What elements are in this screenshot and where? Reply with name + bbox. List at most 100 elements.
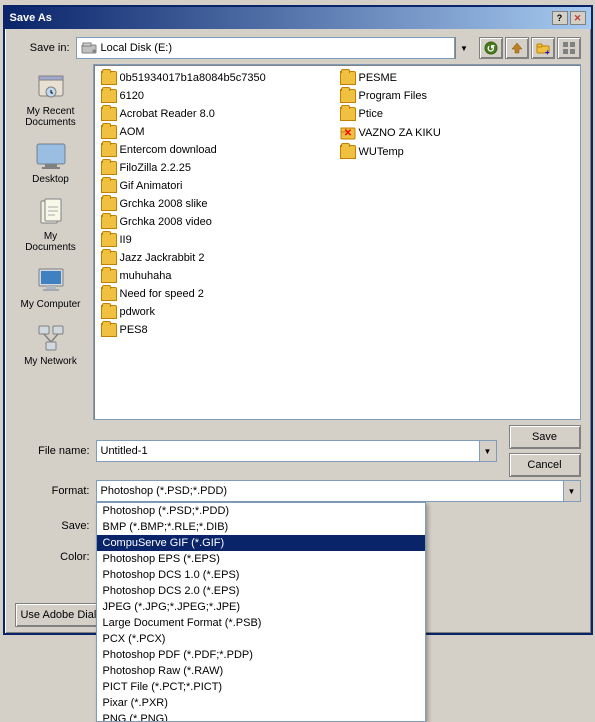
documents-icon	[35, 197, 67, 229]
folder-icon	[101, 251, 117, 265]
sidebar: My Recent Documents Desktop My Documents	[15, 64, 87, 420]
format-row: Format: Photoshop (*.PSD;*.PDD) ▼ Photos…	[15, 480, 581, 502]
new-folder-button[interactable]: +	[531, 37, 555, 59]
cancel-button[interactable]: Cancel	[509, 453, 581, 477]
dropdown-item[interactable]: Photoshop PDF (*.PDF;*.PDP)	[97, 647, 425, 663]
list-item[interactable]: Entercom download	[98, 141, 337, 159]
file-grid: 0b51934017b1a8084b5c7350 6120 Acrobat Re…	[98, 69, 576, 339]
help-button[interactable]: ?	[552, 11, 568, 25]
dropdown-item[interactable]: PICT File (*.PCT;*.PICT)	[97, 679, 425, 695]
file-col-1: 0b51934017b1a8084b5c7350 6120 Acrobat Re…	[98, 69, 337, 339]
title-bar-buttons: ? ✕	[552, 11, 586, 25]
save-in-combo[interactable]: Local Disk (E:)	[76, 37, 455, 59]
error-icon: ✕	[340, 125, 356, 141]
save-in-row: Save in: Local Disk (E:) ▼ ↺ +	[15, 37, 581, 59]
filename-arrow[interactable]: ▼	[479, 440, 497, 462]
dropdown-item[interactable]: Photoshop EPS (*.EPS)	[97, 551, 425, 567]
sidebar-label-desktop: Desktop	[32, 174, 69, 185]
recent-icon	[35, 72, 67, 104]
svg-text:+: +	[545, 48, 550, 55]
folder-icon	[101, 71, 117, 85]
desktop-icon	[35, 140, 67, 172]
list-item[interactable]: Jazz Jackrabbit 2	[98, 249, 337, 267]
folder-icon	[340, 89, 356, 103]
folder-icon	[340, 107, 356, 121]
svg-text:↺: ↺	[486, 44, 494, 55]
folder-icon	[101, 233, 117, 247]
main-area: My Recent Documents Desktop My Documents	[15, 64, 581, 420]
dropdown-item[interactable]: Large Document Format (*.PSB)	[97, 615, 425, 631]
sidebar-item-documents[interactable]: My Documents	[17, 193, 85, 257]
dialog-content: Save in: Local Disk (E:) ▼ ↺ +	[5, 29, 591, 633]
list-item[interactable]: muhuhaha	[98, 267, 337, 285]
list-item[interactable]: Acrobat Reader 8.0	[98, 105, 337, 123]
folder-icon	[101, 107, 117, 121]
list-item[interactable]: PES8	[98, 321, 337, 339]
folder-icon	[340, 71, 356, 85]
list-item[interactable]: AOM	[98, 123, 337, 141]
computer-icon	[35, 265, 67, 297]
save-button[interactable]: Save	[509, 425, 581, 449]
format-input[interactable]: Photoshop (*.PSD;*.PDD)	[96, 480, 563, 502]
dialog-title: Save As	[10, 12, 52, 24]
sidebar-item-recent[interactable]: My Recent Documents	[17, 68, 85, 132]
sidebar-item-computer[interactable]: My Computer	[17, 261, 85, 314]
close-button[interactable]: ✕	[570, 11, 586, 25]
up-button[interactable]	[505, 37, 529, 59]
list-item[interactable]: Gif Animatori	[98, 177, 337, 195]
folder-icon	[101, 179, 117, 193]
dropdown-item[interactable]: BMP (*.BMP;*.RLE;*.DIB)	[97, 519, 425, 535]
dropdown-item[interactable]: Photoshop DCS 1.0 (*.EPS)	[97, 567, 425, 583]
dropdown-item-selected[interactable]: CompuServe GIF (*.GIF)	[97, 535, 425, 551]
list-item[interactable]: ✕ VAZNO ZA KIKU	[337, 123, 576, 143]
list-item[interactable]: FiloZilla 2.2.25	[98, 159, 337, 177]
format-dropdown[interactable]: Photoshop (*.PSD;*.PDD) BMP (*.BMP;*.RLE…	[96, 502, 426, 722]
folder-icon	[101, 323, 117, 337]
sidebar-label-computer: My Computer	[20, 299, 80, 310]
list-item[interactable]: II9	[98, 231, 337, 249]
list-item[interactable]: Ptice	[337, 105, 576, 123]
dropdown-item[interactable]: Photoshop Raw (*.RAW)	[97, 663, 425, 679]
back-button[interactable]: ↺	[479, 37, 503, 59]
filename-input[interactable]: Untitled-1	[96, 440, 479, 462]
dropdown-item[interactable]: Photoshop DCS 2.0 (*.EPS)	[97, 583, 425, 599]
list-item[interactable]: Program Files	[337, 87, 576, 105]
save-as-dialog: Save As ? ✕ Save in: Local Disk (E:) ▼ ↺	[3, 5, 593, 635]
folder-icon	[101, 161, 117, 175]
views-button[interactable]	[557, 37, 581, 59]
save-in-arrow[interactable]: ▼	[455, 37, 473, 59]
list-item[interactable]: Grchka 2008 slike	[98, 195, 337, 213]
list-item[interactable]: WUTemp	[337, 143, 576, 161]
title-bar: Save As ? ✕	[5, 7, 591, 29]
format-label: Format:	[15, 485, 90, 497]
dropdown-item[interactable]: Photoshop (*.PSD;*.PDD)	[97, 503, 425, 519]
list-item[interactable]: Need for speed 2	[98, 285, 337, 303]
list-item[interactable]: 0b51934017b1a8084b5c7350	[98, 69, 337, 87]
list-item[interactable]: PESME	[337, 69, 576, 87]
dropdown-item[interactable]: Pixar (*.PXR)	[97, 695, 425, 711]
svg-text:✕: ✕	[343, 128, 351, 139]
save-in-label: Save in:	[15, 42, 70, 54]
save-checkboxes-label: Save:	[15, 520, 90, 532]
format-arrow[interactable]: ▼	[563, 480, 581, 502]
file-col-2: PESME Program Files Ptice ✕ VAZNO ZA KIK…	[337, 69, 576, 339]
folder-icon	[101, 269, 117, 283]
dropdown-item[interactable]: PNG (*.PNG)	[97, 711, 425, 722]
dropdown-item[interactable]: PCX (*.PCX)	[97, 631, 425, 647]
list-item[interactable]: 6120	[98, 87, 337, 105]
save-cancel-buttons: Save Cancel	[509, 425, 581, 477]
folder-icon	[101, 287, 117, 301]
toolbar-buttons: ↺ +	[479, 37, 581, 59]
folder-icon	[101, 143, 117, 157]
filename-label: File name:	[15, 445, 90, 457]
dropdown-item[interactable]: JPEG (*.JPG;*.JPEG;*.JPE)	[97, 599, 425, 615]
sidebar-item-desktop[interactable]: Desktop	[17, 136, 85, 189]
list-item[interactable]: pdwork	[98, 303, 337, 321]
drive-icon	[81, 40, 97, 56]
folder-icon	[101, 305, 117, 319]
folder-icon	[340, 145, 356, 159]
list-item[interactable]: Grchka 2008 video	[98, 213, 337, 231]
folder-icon	[101, 197, 117, 211]
sidebar-item-network[interactable]: My Network	[17, 318, 85, 371]
file-panel[interactable]: 0b51934017b1a8084b5c7350 6120 Acrobat Re…	[93, 64, 581, 420]
